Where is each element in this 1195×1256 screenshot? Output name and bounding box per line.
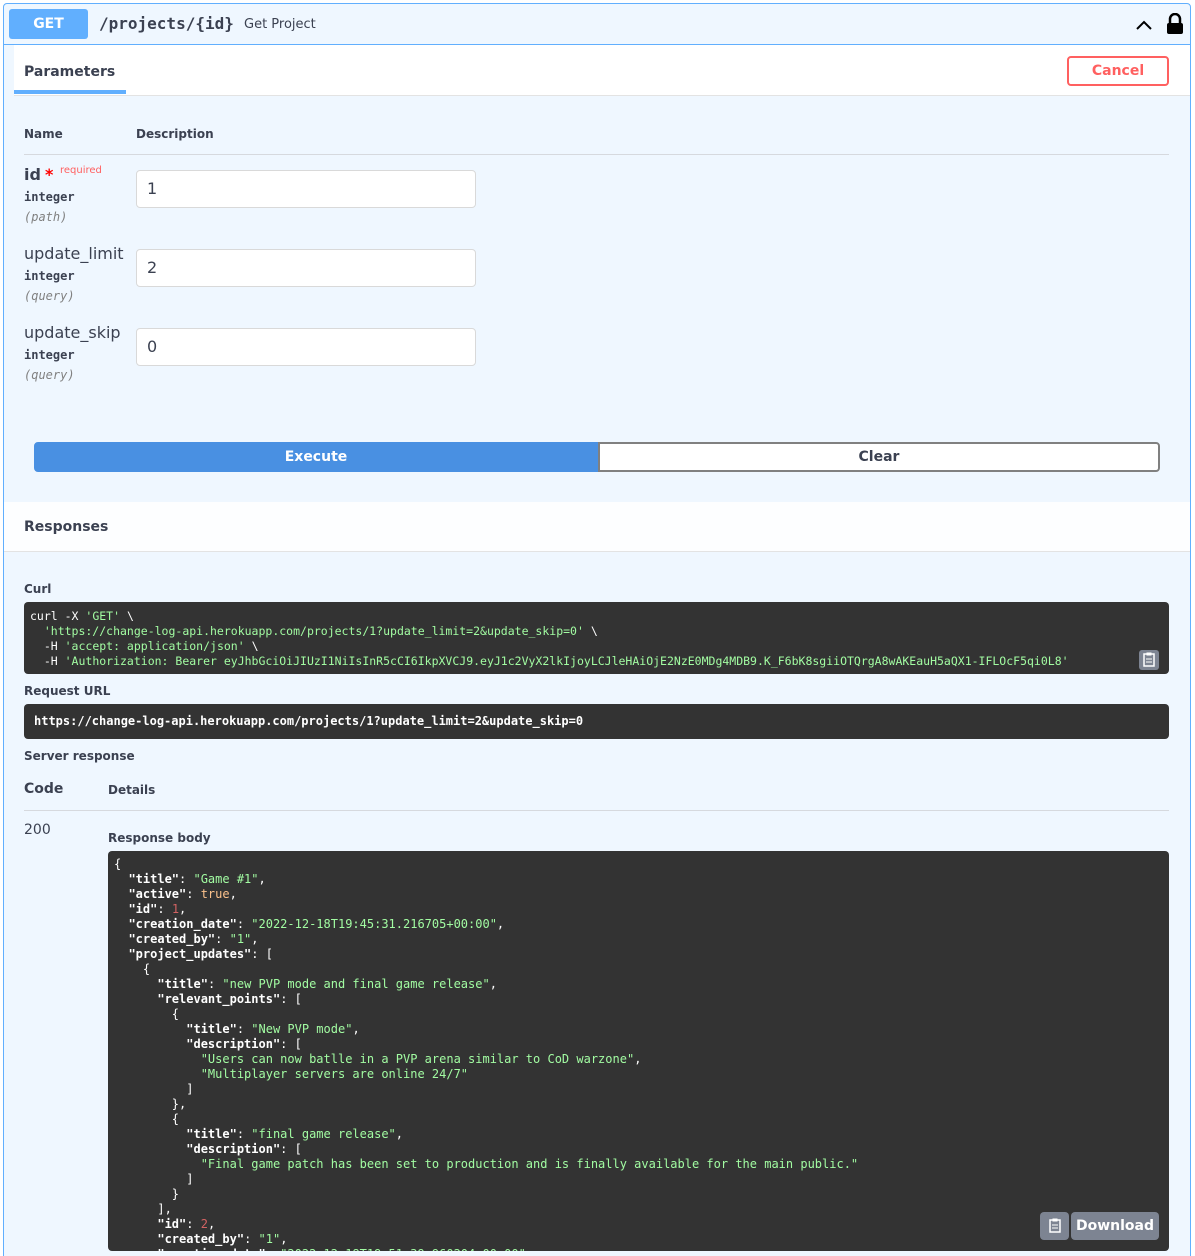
operation-block: GET /projects/{id} Get Project Parameter… bbox=[3, 3, 1191, 1256]
response-body-line: { bbox=[114, 857, 122, 871]
cancel-button[interactable]: Cancel bbox=[1067, 56, 1169, 86]
clipboard-icon bbox=[1049, 1218, 1061, 1233]
download-button[interactable]: Download bbox=[1071, 1212, 1159, 1240]
lock-icon[interactable] bbox=[1166, 13, 1184, 35]
response-body-line: { bbox=[114, 962, 151, 976]
curl-text: \ bbox=[120, 609, 134, 623]
response-body-line: "created_by": "1", bbox=[157, 1232, 288, 1246]
response-body-line: "title": "final game release", bbox=[186, 1127, 404, 1141]
curl-text: -H bbox=[30, 654, 65, 668]
chevron-up-icon[interactable] bbox=[1134, 15, 1154, 35]
response-divider bbox=[24, 810, 1169, 811]
response-body-line: "Final game patch has been set to produc… bbox=[200, 1157, 859, 1171]
curl-text: curl -X bbox=[30, 609, 86, 623]
responses-title: Responses bbox=[24, 519, 109, 535]
parameters-header: Parameters Cancel bbox=[14, 45, 1190, 96]
curl-text: \ bbox=[583, 624, 598, 638]
details-header: Details bbox=[108, 783, 156, 797]
clipboard-icon[interactable] bbox=[1139, 650, 1159, 670]
param-name-update-limit: update_limit bbox=[24, 244, 124, 263]
clear-button[interactable]: Clear bbox=[598, 442, 1160, 472]
param-type: integer bbox=[24, 348, 75, 362]
response-body-line: "creation_date": "2022-12-18T19:51:39.96… bbox=[114, 1247, 1163, 1251]
response-body-line: { bbox=[114, 1007, 180, 1021]
curl-text: 'https://change-log-api.herokuapp.com/pr… bbox=[30, 624, 584, 638]
operation-summary[interactable]: GET /projects/{id} Get Project bbox=[4, 4, 1190, 45]
update-skip-input[interactable]: 0 bbox=[136, 328, 476, 366]
curl-text: 'accept: application/json' bbox=[64, 639, 245, 653]
curl-label: Curl bbox=[24, 582, 52, 596]
response-body-line: ], bbox=[114, 1202, 172, 1216]
param-type: integer bbox=[24, 190, 75, 204]
curl-command[interactable]: curl -X 'GET' \ 'https://change-log-api.… bbox=[24, 602, 1169, 674]
response-body-line: "created_by": "1", bbox=[128, 932, 259, 946]
curl-text: -H bbox=[30, 639, 65, 653]
response-body-line: "Multiplayer servers are online 24/7" bbox=[200, 1067, 469, 1081]
response-body-line: "creation_date": "2022-12-18T19:45:31.21… bbox=[128, 917, 505, 931]
response-body-line: "title": "Game #1", bbox=[128, 872, 266, 886]
server-response-label: Server response bbox=[24, 749, 135, 763]
param-location: (query) bbox=[24, 289, 75, 303]
response-body-line: "active": true, bbox=[128, 887, 237, 901]
method-badge: GET bbox=[9, 9, 88, 39]
execute-wrapper: Execute Clear bbox=[34, 442, 1160, 472]
required-star: * bbox=[44, 165, 54, 184]
param-name-text: id bbox=[24, 165, 41, 184]
required-label: required bbox=[60, 165, 102, 176]
response-body-line: }, bbox=[114, 1097, 187, 1111]
request-url[interactable]: https://change-log-api.herokuapp.com/pro… bbox=[24, 704, 1169, 739]
curl-text: 'Authorization: Bearer eyJhbGciOiJIUzI1N… bbox=[64, 654, 1069, 668]
operation-path: /projects/{id} bbox=[99, 14, 234, 33]
curl-text: \ bbox=[244, 639, 259, 653]
response-body[interactable]: { "title": "Game #1", "active": true, "i… bbox=[108, 851, 1169, 1251]
param-type: integer bbox=[24, 269, 75, 283]
response-body-line: "project_updates": [ bbox=[128, 947, 273, 961]
response-body-label: Response body bbox=[108, 831, 211, 845]
col-description-header: Description bbox=[136, 127, 214, 141]
tab-underline bbox=[14, 90, 126, 94]
param-location: (query) bbox=[24, 368, 75, 382]
response-body-line: "id": 1, bbox=[128, 902, 187, 916]
response-code: 200 bbox=[24, 822, 51, 838]
response-body-line: "id": 2, bbox=[157, 1217, 216, 1231]
responses-header: Responses bbox=[4, 502, 1190, 552]
curl-text: 'GET' bbox=[85, 609, 121, 623]
header-divider bbox=[24, 154, 1169, 155]
response-body-line: ] bbox=[114, 1082, 194, 1096]
update-limit-input[interactable]: 2 bbox=[136, 249, 476, 287]
response-body-line: "title": "new PVP mode and final game re… bbox=[157, 977, 497, 991]
copy-response-button[interactable] bbox=[1040, 1212, 1069, 1240]
param-name-update-skip: update_skip bbox=[24, 323, 121, 342]
col-name-header: Name bbox=[24, 127, 63, 141]
param-name-id: id * bbox=[24, 165, 53, 184]
parameters-tab[interactable]: Parameters bbox=[24, 64, 115, 80]
response-body-line: "title": "New PVP mode", bbox=[186, 1022, 360, 1036]
id-input[interactable]: 1 bbox=[136, 170, 476, 208]
response-body-line: } bbox=[114, 1187, 180, 1201]
param-location: (path) bbox=[24, 210, 68, 224]
code-header: Code bbox=[24, 781, 64, 797]
request-url-label: Request URL bbox=[24, 684, 111, 698]
response-body-line: "description": [ bbox=[186, 1142, 302, 1156]
response-body-line: "description": [ bbox=[186, 1037, 302, 1051]
response-body-line: { bbox=[114, 1112, 180, 1126]
operation-description: Get Project bbox=[244, 17, 316, 32]
response-body-line: ] bbox=[114, 1172, 194, 1186]
response-body-line: "Users can now batlle in a PVP arena sim… bbox=[200, 1052, 642, 1066]
response-body-line: "relevant_points": [ bbox=[157, 992, 302, 1006]
execute-button[interactable]: Execute bbox=[34, 442, 598, 472]
